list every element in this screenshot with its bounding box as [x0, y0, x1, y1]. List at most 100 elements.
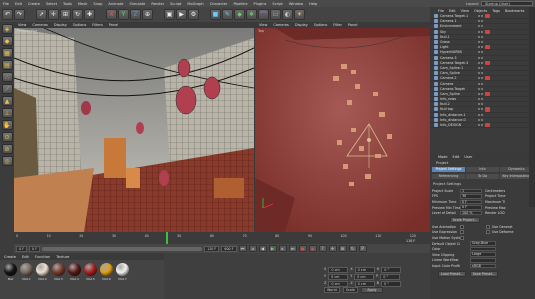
- bend-deformer-icon[interactable]: ⌒: [258, 9, 269, 20]
- model-mode-icon[interactable]: ◆: [1, 36, 13, 46]
- object-tag-icon[interactable]: [485, 45, 490, 50]
- playhead[interactable]: [166, 232, 168, 244]
- render-visibility-dot[interactable]: [481, 92, 483, 95]
- material-menu-edit[interactable]: Edit: [22, 255, 29, 259]
- max-frame-field[interactable]: 600 F: [221, 245, 237, 252]
- editor-visibility-dot[interactable]: [478, 92, 480, 95]
- pen-spline-icon[interactable]: ✎: [222, 9, 233, 20]
- editor-visibility-dot[interactable]: [478, 15, 480, 18]
- editor-visibility-dot[interactable]: [478, 56, 480, 59]
- editor-visibility-dot[interactable]: [478, 72, 480, 75]
- coord-size-field[interactable]: 0 cm: [354, 267, 375, 273]
- objects-menu-view[interactable]: View: [461, 9, 469, 13]
- render-visibility-dot[interactable]: [481, 20, 483, 23]
- tab-todo[interactable]: To Do: [466, 174, 499, 179]
- editor-visibility-dot[interactable]: [478, 66, 480, 69]
- visibility-dots[interactable]: [478, 82, 483, 85]
- render-visibility-dot[interactable]: [481, 118, 483, 121]
- editor-visibility-dot[interactable]: [478, 46, 480, 49]
- editor-visibility-dot[interactable]: [478, 25, 480, 28]
- editor-visibility-dot[interactable]: [478, 103, 480, 106]
- tab-referencing[interactable]: Referencing: [432, 174, 465, 179]
- load-preset-button[interactable]: Load Preset...: [438, 270, 466, 277]
- material-item[interactable]: Mat.4: [68, 263, 81, 281]
- attribute-value-field[interactable]: 1: [460, 188, 482, 194]
- menu-character[interactable]: Character: [210, 2, 228, 6]
- menu-create[interactable]: Create: [28, 2, 40, 6]
- viewport-menu-display[interactable]: Display: [295, 23, 308, 27]
- checkbox[interactable]: [460, 235, 464, 240]
- prev-key-icon[interactable]: ◂: [248, 245, 257, 252]
- render-visibility-dot[interactable]: [481, 56, 483, 59]
- viewport-menu-view[interactable]: View: [259, 23, 267, 27]
- x-axis-lock-icon[interactable]: X: [106, 9, 117, 20]
- visibility-dots[interactable]: [478, 20, 483, 23]
- points-mode-icon[interactable]: ∴: [1, 72, 13, 82]
- render-visibility-dot[interactable]: [481, 46, 483, 49]
- editor-visibility-dot[interactable]: [478, 87, 480, 90]
- visibility-dots[interactable]: [478, 66, 483, 69]
- redo-icon[interactable]: ↷: [14, 9, 25, 20]
- menu-file[interactable]: File: [3, 2, 9, 6]
- material-item[interactable]: Mat.7: [116, 263, 129, 281]
- subdivision-surface-icon[interactable]: ◆: [234, 9, 245, 20]
- editor-visibility-dot[interactable]: [478, 82, 480, 85]
- viewport-menu-options[interactable]: Options: [73, 23, 87, 27]
- visibility-dots[interactable]: [478, 41, 483, 44]
- snapping-icon[interactable]: ⊙: [1, 132, 13, 142]
- tab-info[interactable]: Info: [466, 167, 499, 172]
- attribute-value-field[interactable]: 0 F: [460, 205, 482, 210]
- menu-render[interactable]: Render: [151, 2, 164, 6]
- visibility-dots[interactable]: [478, 25, 483, 28]
- play-backward-icon[interactable]: ◀: [258, 245, 267, 252]
- objects-menu-bookmarks[interactable]: Bookmarks: [505, 9, 525, 13]
- render-visibility-dot[interactable]: [481, 30, 483, 33]
- editor-visibility-dot[interactable]: [478, 118, 480, 121]
- perspective-viewport[interactable]: View Cameras Display Options Filters Pan…: [14, 22, 254, 232]
- checkbox[interactable]: [460, 230, 464, 235]
- menu-plugins[interactable]: Plugins: [254, 2, 267, 6]
- material-item[interactable]: Mat.3: [52, 263, 65, 281]
- coordinate-size-dropdown[interactable]: Scale: [342, 287, 358, 293]
- visibility-dots[interactable]: [478, 108, 483, 111]
- render-visibility-dot[interactable]: [481, 108, 483, 111]
- viewport-menu-view[interactable]: View: [18, 23, 26, 27]
- editor-visibility-dot[interactable]: [478, 77, 480, 80]
- editor-visibility-dot[interactable]: [478, 98, 480, 101]
- render-visibility-dot[interactable]: [481, 15, 483, 18]
- scale-project-button[interactable]: Scale Project...: [450, 216, 480, 223]
- objects-menu-edit[interactable]: Edit: [449, 9, 456, 13]
- render-visibility-dot[interactable]: [481, 77, 483, 80]
- editor-visibility-dot[interactable]: [478, 124, 480, 127]
- editor-visibility-dot[interactable]: [478, 41, 480, 44]
- material-item[interactable]: Mat.2: [36, 263, 49, 281]
- attributes-menu-mode[interactable]: Mode: [438, 155, 448, 159]
- z-axis-lock-icon[interactable]: Z: [130, 9, 141, 20]
- viewport-menu-panel[interactable]: Panel: [109, 23, 118, 27]
- start-frame-field[interactable]: 0 F: [16, 245, 28, 252]
- texture-mode-icon[interactable]: ▦: [1, 48, 13, 58]
- material-item[interactable]: Mat: [4, 263, 17, 281]
- object-tag-icon[interactable]: [485, 91, 490, 96]
- coord-rotation-field[interactable]: 0 °: [380, 274, 401, 280]
- record-icon[interactable]: ●: [298, 245, 307, 252]
- coord-rotation-field[interactable]: 0 °: [381, 267, 402, 273]
- render-visibility-dot[interactable]: [481, 35, 483, 38]
- visibility-dots[interactable]: [478, 124, 483, 127]
- render-visibility-dot[interactable]: [481, 87, 483, 90]
- visibility-dots[interactable]: [478, 87, 483, 90]
- render-visibility-dot[interactable]: [481, 25, 483, 28]
- visibility-dots[interactable]: [478, 92, 483, 95]
- object-tag-icon[interactable]: [485, 14, 490, 19]
- menu-tools[interactable]: Tools: [63, 2, 72, 6]
- visibility-dots[interactable]: [478, 51, 483, 54]
- next-key-icon[interactable]: ▸: [278, 245, 287, 252]
- camera-icon[interactable]: ◐: [282, 9, 293, 20]
- tab-project-settings[interactable]: Project Settings: [432, 167, 465, 172]
- editor-visibility-dot[interactable]: [478, 51, 480, 54]
- coord-size-field[interactable]: 0 cm: [354, 274, 375, 280]
- menu-script[interactable]: Script: [272, 2, 282, 6]
- position-key-icon[interactable]: ✛: [328, 245, 337, 252]
- object-tag-icon[interactable]: [485, 60, 490, 65]
- editor-visibility-dot[interactable]: [478, 113, 480, 116]
